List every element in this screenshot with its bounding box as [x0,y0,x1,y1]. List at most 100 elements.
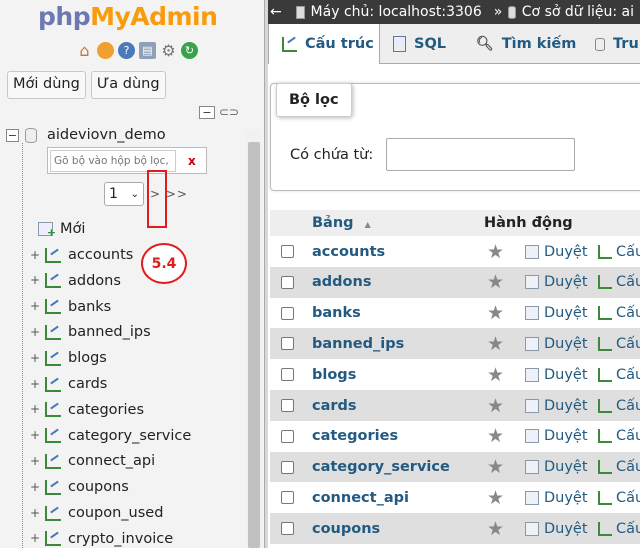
recent-button[interactable]: Mới dùng [7,71,86,99]
table-name-link[interactable]: banks [312,305,361,321]
row-checkbox[interactable] [281,368,294,382]
row-checkbox[interactable] [281,306,294,320]
table-name-link[interactable]: connect_api [312,490,409,506]
favorite-star-icon[interactable]: ★ [487,302,504,324]
table-name-link[interactable]: coupons [312,521,380,537]
sidebar-item-table[interactable]: + banks [30,294,111,320]
expand-icon[interactable]: + [30,455,43,468]
home-icon[interactable]: ⌂ [76,41,93,60]
structure-action[interactable]: Cấu [598,490,640,506]
favorite-star-icon[interactable]: ★ [487,271,504,293]
row-checkbox[interactable] [281,491,294,505]
browse-action[interactable]: Duyệt [525,398,588,414]
expand-icon[interactable]: + [30,481,43,494]
expand-icon[interactable]: + [30,326,43,339]
filter-input[interactable] [50,149,176,172]
favorite-star-icon[interactable]: ★ [487,487,504,509]
row-checkbox[interactable] [281,275,294,289]
favorite-star-icon[interactable]: ★ [487,364,504,386]
phpmyadmin-logo[interactable]: phpMyAdmin [38,2,218,31]
table-name-link[interactable]: category_service [312,459,450,475]
browse-action[interactable]: Duyệt [525,305,588,321]
browse-action[interactable]: Duyệt [525,336,588,352]
tab-query[interactable]: Tru [595,24,639,64]
table-name-link[interactable]: addons [312,274,371,290]
database-link[interactable]: Cơ sở dữ liệu: ai [522,4,634,20]
exit-icon[interactable] [97,42,114,59]
expand-icon[interactable]: + [30,274,43,287]
sidebar-item-label[interactable]: crypto_invoice [68,531,173,547]
docs-icon[interactable]: ▤ [139,42,156,59]
browse-action[interactable]: Duyệt [525,244,588,260]
sidebar-item-table[interactable]: + cards [30,371,107,397]
favorite-star-icon[interactable]: ★ [487,425,504,447]
row-checkbox[interactable] [281,460,294,474]
table-name-link[interactable]: cards [312,398,357,414]
tab-search[interactable]: 🔍︎ Tìm kiếm [476,24,576,64]
structure-action[interactable]: Cấu [598,244,640,260]
sidebar-item-table[interactable]: + coupons [30,474,129,500]
tab-structure[interactable]: Cấu trúc [268,24,380,64]
structure-action[interactable]: Cấu [598,428,640,444]
collapse-all-icon[interactable]: − [199,105,215,119]
structure-action[interactable]: Cấu [598,336,640,352]
back-arrow-icon[interactable]: ← [270,4,282,20]
sidebar-item-table[interactable]: + categories [30,397,144,423]
sidebar-item-label[interactable]: blogs [68,350,107,366]
expand-icon[interactable]: + [30,249,43,262]
sidebar-item-label[interactable]: cards [68,376,107,392]
sidebar-item-table[interactable]: + connect_api [30,448,155,474]
favorite-star-icon[interactable]: ★ [487,333,504,355]
structure-action[interactable]: Cấu [598,398,640,414]
row-checkbox[interactable] [281,399,294,412]
expand-icon[interactable]: + [30,429,43,442]
page-select[interactable]: 1 ⌄ [104,182,144,206]
sidebar-item-label[interactable]: addons [68,273,121,289]
sidebar-item-table[interactable]: + banned_ips [30,319,151,345]
favorite-star-icon[interactable]: ★ [487,518,504,540]
browse-action[interactable]: Duyệt [525,274,588,290]
link-icon[interactable]: ⊂⊃ [219,105,239,119]
browse-action[interactable]: Duyệt [525,521,588,537]
help-icon[interactable]: ? [118,42,135,59]
browse-action[interactable]: Duyệt [525,459,588,475]
table-name-link[interactable]: blogs [312,367,356,383]
sidebar-item-table[interactable]: + crypto_invoice [30,526,173,548]
sidebar-item-table[interactable]: + coupon_used [30,500,163,526]
row-checkbox[interactable] [281,522,294,536]
column-header-table[interactable]: Bảng ▲ [312,215,371,231]
server-link[interactable]: Máy chủ: localhost:3306 [311,4,482,20]
tab-sql[interactable]: SQL [393,24,446,64]
browse-action[interactable]: Duyệt [525,367,588,383]
browse-action[interactable]: Duyệt [525,428,588,444]
database-node[interactable]: − aideviovn_demo [6,127,166,143]
expand-icon[interactable]: + [30,300,43,313]
nav-scrollbar[interactable] [246,130,262,548]
expand-icon[interactable]: + [30,507,43,520]
structure-action[interactable]: Cấu [598,459,640,475]
collapse-icon[interactable]: − [6,128,19,142]
sidebar-item-label[interactable]: banned_ips [68,324,151,340]
sidebar-item-label[interactable]: coupons [68,479,129,495]
scrollbar-thumb[interactable] [248,142,260,548]
sidebar-item-table[interactable]: + blogs [30,345,107,371]
structure-action[interactable]: Cấu [598,367,640,383]
expand-icon[interactable]: + [30,378,43,391]
row-checkbox[interactable] [281,245,294,258]
expand-icon[interactable]: + [30,352,43,365]
sidebar-item-label[interactable]: accounts [68,247,133,263]
filter-clear-button[interactable]: x [188,154,196,168]
sidebar-item-label[interactable]: banks [68,299,111,315]
structure-action[interactable]: Cấu [598,305,640,321]
sidebar-item-label[interactable]: coupon_used [68,505,163,521]
favorite-button[interactable]: Ưa dùng [90,71,166,99]
table-name-link[interactable]: banned_ips [312,336,404,352]
expand-icon[interactable]: + [30,403,43,416]
sidebar-item-label[interactable]: connect_api [68,453,155,469]
favorite-star-icon[interactable]: ★ [487,456,504,478]
table-name-link[interactable]: accounts [312,244,385,260]
row-checkbox[interactable] [281,429,294,443]
sidebar-item-table[interactable]: + addons [30,268,121,294]
favorite-star-icon[interactable]: ★ [487,395,504,417]
structure-action[interactable]: Cấu [598,521,640,537]
